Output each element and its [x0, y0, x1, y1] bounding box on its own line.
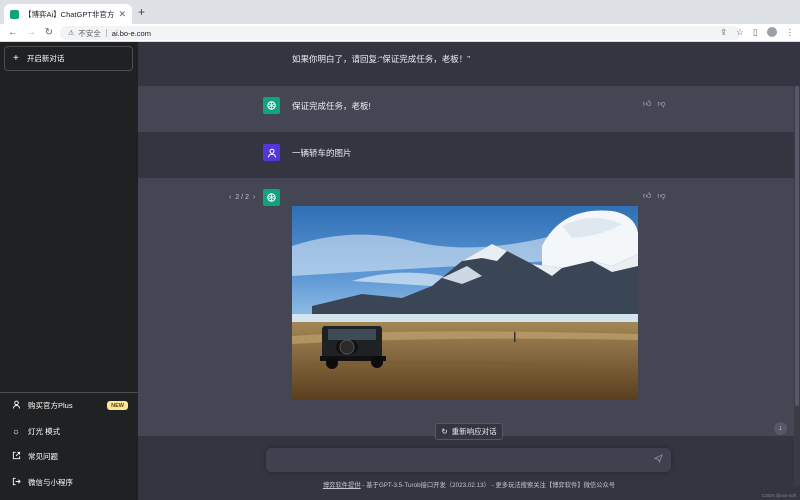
- tab-title: 【博弈Ai】ChatGPT非官方国内: [24, 9, 115, 19]
- new-badge: NEW: [107, 401, 128, 411]
- response-pager: ‹ 2 / 2 ›: [229, 194, 255, 201]
- footer-text: - 基于GPT-3.5-Turob接口开发（2023.02.13） - 更多玩法…: [360, 482, 616, 489]
- new-chat-button[interactable]: + 开启新对话: [4, 46, 133, 71]
- sidebar-item-label: 灯光 模式: [28, 426, 61, 436]
- menu-dots-icon[interactable]: ⋮: [786, 27, 795, 38]
- sidebar-item-wechat[interactable]: 微信与小程序: [0, 470, 138, 496]
- sidebar-item-label: 微信与小程序: [28, 477, 73, 487]
- profile-avatar-icon[interactable]: [766, 27, 777, 37]
- watermark: CSDN @xxx-soft: [761, 493, 796, 498]
- message-row-user: 如果你明白了，请回复:“保证完成任务，老板！”: [138, 42, 794, 86]
- new-tab-button[interactable]: +: [138, 6, 145, 18]
- browser-tab[interactable]: 【博弈Ai】ChatGPT非官方国内 ✕: [4, 4, 132, 24]
- message-row-user: 一辆轿车的图片: [138, 132, 794, 178]
- regenerate-label: 重新响应对话: [451, 427, 497, 436]
- forward-icon[interactable]: →: [26, 27, 36, 38]
- thumbs-down-icon[interactable]: 👎︎: [657, 99, 665, 109]
- scroll-down-button[interactable]: ↓: [774, 422, 787, 435]
- user-message-text: 一辆轿车的图片: [292, 148, 352, 158]
- warning-icon: ⚠: [68, 30, 75, 37]
- sidebar-bottom-menu: 购买官方Plus NEW ☼ 灯光 模式 常见问题 微信与小程序: [0, 392, 138, 495]
- sidebar: + 开启新对话 购买官方Plus NEW ☼ 灯光 模式 常见问题 微信与小程序: [0, 42, 138, 500]
- message-input-box[interactable]: [266, 448, 671, 472]
- favicon-icon: [10, 9, 19, 19]
- star-icon[interactable]: ☆: [736, 27, 744, 38]
- chat-main: 如果你明白了，请回复:“保证完成任务，老板！” 保证完成任务，老板! 👍︎ 👎︎…: [138, 42, 800, 500]
- arrow-down-icon: ↓: [778, 425, 783, 432]
- chat-scrollbar[interactable]: [794, 86, 800, 486]
- sidebar-item-buy-plus[interactable]: 购买官方Plus NEW: [0, 393, 138, 419]
- new-chat-label: 开启新对话: [26, 54, 65, 63]
- insecure-label: 不安全: [78, 28, 101, 38]
- chatgpt-logo-icon: [263, 189, 280, 206]
- browser-tab-bar: 【博弈Ai】ChatGPT非官方国内 ✕ +: [0, 0, 800, 24]
- generated-image: [292, 206, 638, 400]
- reload-icon[interactable]: ↻: [44, 27, 54, 38]
- thumbs-up-icon[interactable]: 👍︎: [643, 191, 651, 201]
- external-link-icon: [10, 451, 22, 462]
- sidebar-item-faq[interactable]: 常见问题: [0, 444, 138, 470]
- message-row-assistant: 保证完成任务，老板! 👍︎ 👎︎: [138, 86, 794, 132]
- url-text[interactable]: ai.bo-e.com: [112, 29, 151, 38]
- message-input[interactable]: [276, 454, 636, 466]
- logout-icon: [10, 477, 22, 488]
- thumbs-down-icon[interactable]: 👎︎: [657, 191, 665, 201]
- send-icon[interactable]: [653, 454, 663, 465]
- share-icon[interactable]: ⇪: [720, 27, 727, 38]
- sidebar-item-light-mode[interactable]: ☼ 灯光 模式: [0, 419, 138, 445]
- user-icon: [10, 400, 22, 411]
- footer-link[interactable]: 博弈软件提供: [323, 482, 361, 489]
- close-tab-icon[interactable]: ✕: [118, 9, 126, 20]
- thumbs-up-icon[interactable]: 👍︎: [643, 99, 651, 109]
- assistant-message-text: 保证完成任务，老板!: [292, 101, 371, 111]
- sidebar-item-label: 常见问题: [28, 452, 58, 462]
- sun-icon: ☼: [12, 426, 20, 437]
- back-icon[interactable]: ←: [8, 27, 18, 38]
- sidebar-toggle-icon[interactable]: ▯: [753, 27, 758, 38]
- refresh-icon: ↻: [441, 427, 448, 436]
- user-message-text: 如果你明白了，请回复:“保证完成任务，老板！”: [292, 54, 471, 64]
- address-bar[interactable]: ⚠ 不安全 ai.bo-e.com: [60, 26, 740, 40]
- next-response-icon[interactable]: ›: [253, 194, 255, 201]
- divider: [105, 29, 107, 37]
- user-avatar-icon: [263, 144, 280, 161]
- browser-toolbar: ← → ↻ ⚠ 不安全 ai.bo-e.com ⇪ ☆ ▯ ⋮: [0, 24, 800, 42]
- sidebar-item-label: 购买官方Plus: [28, 401, 73, 411]
- prev-response-icon[interactable]: ‹: [229, 194, 231, 201]
- regenerate-button[interactable]: ↻ 重新响应对话: [435, 423, 503, 440]
- footer-notice: 博弈软件提供 - 基于GPT-3.5-Turob接口开发（2023.02.13）…: [138, 480, 800, 489]
- pager-label: 2 / 2: [235, 194, 249, 201]
- plus-icon: +: [13, 53, 19, 64]
- chatgpt-logo-icon: [263, 97, 280, 114]
